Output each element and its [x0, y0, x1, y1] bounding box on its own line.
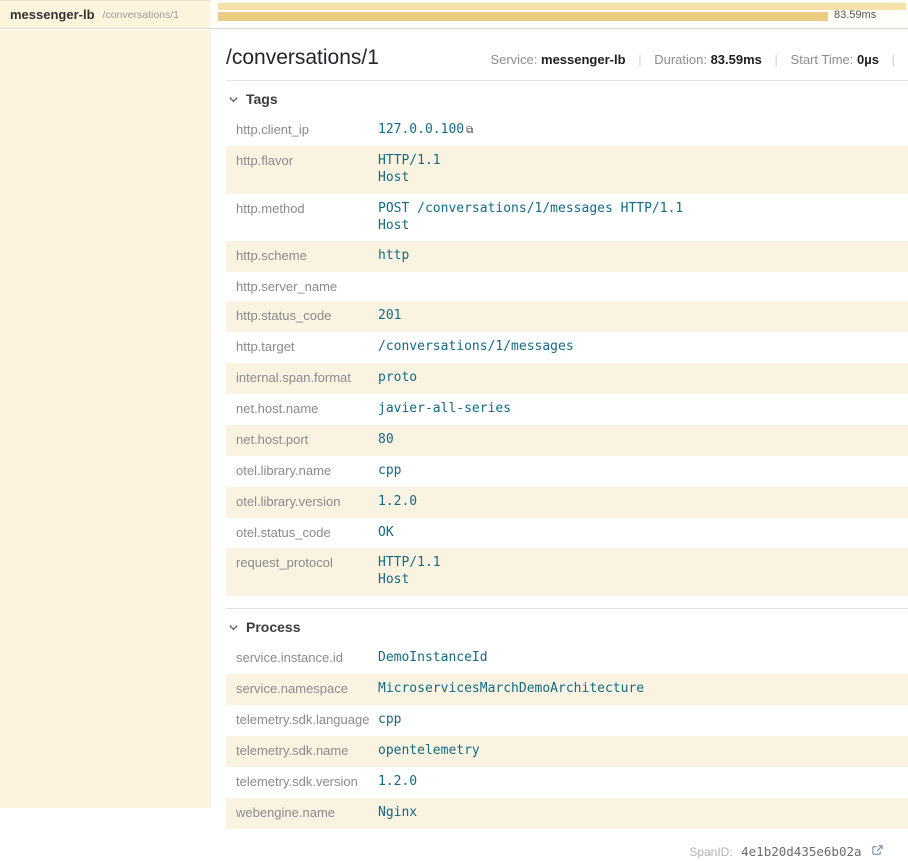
process-section-toggle[interactable]: Process: [226, 609, 908, 643]
chevron-down-icon: [228, 94, 239, 105]
process-key: service.namespace: [236, 681, 378, 698]
span-list-panel: [0, 30, 210, 808]
detail-footer: SpanID: 4e1b20d435e6b02a: [226, 829, 908, 861]
table-row: telemetry.sdk.name opentelemetry: [226, 736, 908, 767]
tag-key: http.scheme: [236, 248, 378, 265]
span-duration-bar: [218, 12, 828, 21]
tag-value: POST /conversations/1/messages HTTP/1.1 …: [378, 201, 683, 235]
table-row: webengine.name Nginx: [226, 798, 908, 829]
meta-separator: |: [638, 52, 641, 67]
tags-section-toggle[interactable]: Tags: [226, 81, 908, 115]
start-time-value: 0µs: [857, 52, 879, 67]
tag-key: otel.library.name: [236, 463, 378, 480]
tag-value: HTTP/1.1 Host: [378, 153, 441, 187]
copy-icon[interactable]: ⧉: [466, 125, 473, 136]
tag-key: internal.span.format: [236, 370, 378, 387]
span-detail-panel: /conversations/1 Service: messenger-lb |…: [210, 30, 908, 808]
tag-value: proto: [378, 370, 417, 387]
table-row: telemetry.sdk.language cpp: [226, 705, 908, 736]
tag-value-text: 127.0.0.100: [378, 122, 464, 137]
tag-key: http.server_name: [236, 279, 378, 294]
process-value: MicroservicesMarchDemoArchitecture: [378, 681, 644, 698]
process-key: telemetry.sdk.version: [236, 774, 378, 791]
meta-separator: |: [775, 52, 778, 67]
tag-key: http.flavor: [236, 153, 378, 187]
span-row[interactable]: messenger-lb /conversations/1 83.59ms: [0, 0, 908, 29]
span-timeline[interactable]: 83.59ms: [210, 0, 908, 28]
process-value: 1.2.0: [378, 774, 417, 791]
span-id-label: SpanID:: [689, 845, 732, 859]
process-key: telemetry.sdk.language: [236, 712, 378, 729]
tag-value: /conversations/1/messages: [378, 339, 574, 356]
table-row: service.instance.id DemoInstanceId: [226, 643, 908, 674]
table-row: net.host.port 80: [226, 425, 908, 456]
chevron-down-icon: [228, 622, 239, 633]
table-row: otel.status_code OK: [226, 518, 908, 549]
table-row: http.client_ip 127.0.0.100⧉: [226, 115, 908, 146]
process-section-label: Process: [246, 619, 300, 635]
process-value: cpp: [378, 712, 401, 729]
timeline-minimap-bar: [218, 3, 906, 10]
table-row: net.host.name javier-all-series: [226, 394, 908, 425]
span-id-value: 4e1b20d435e6b02a: [741, 844, 861, 859]
table-row: http.status_code 201: [226, 301, 908, 332]
tag-value: cpp: [378, 463, 401, 480]
tag-key: http.target: [236, 339, 378, 356]
table-row: internal.span.format proto: [226, 363, 908, 394]
table-row: http.target /conversations/1/messages: [226, 332, 908, 363]
table-row: otel.library.version 1.2.0: [226, 487, 908, 518]
process-key: telemetry.sdk.name: [236, 743, 378, 760]
page-title: /conversations/1: [226, 46, 379, 70]
operation-name: /conversations/1: [103, 9, 179, 21]
duration-label: Duration:: [654, 52, 707, 67]
process-value: opentelemetry: [378, 743, 480, 760]
process-key: service.instance.id: [236, 650, 378, 667]
tag-key: otel.library.version: [236, 494, 378, 511]
start-time-label: Start Time:: [791, 52, 854, 67]
table-row: http.server_name: [226, 272, 908, 301]
deep-link-icon[interactable]: [871, 844, 884, 857]
table-row: http.scheme http: [226, 241, 908, 272]
tag-key: request_protocol: [236, 555, 378, 589]
table-row: telemetry.sdk.version 1.2.0: [226, 767, 908, 798]
tag-value: 127.0.0.100⧉: [378, 122, 473, 139]
tag-key: net.host.name: [236, 401, 378, 418]
tags-section-label: Tags: [246, 91, 278, 107]
duration-value: 83.59ms: [711, 52, 762, 67]
process-section: Process service.instance.id DemoInstance…: [226, 608, 908, 828]
process-key: webengine.name: [236, 805, 378, 822]
service-name: messenger-lb: [10, 7, 95, 22]
table-row: http.flavor HTTP/1.1 Host: [226, 146, 908, 194]
process-value: Nginx: [378, 805, 417, 822]
detail-meta: Service: messenger-lb | Duration: 83.59m…: [490, 52, 904, 67]
table-row: http.method POST /conversations/1/messag…: [226, 194, 908, 242]
tag-value: http: [378, 248, 409, 265]
table-row: request_protocol HTTP/1.1 Host: [226, 548, 908, 596]
tag-key: http.method: [236, 201, 378, 235]
service-label: Service:: [490, 52, 537, 67]
tag-key: otel.status_code: [236, 525, 378, 542]
table-row: service.namespace MicroservicesMarchDemo…: [226, 674, 908, 705]
service-value: messenger-lb: [541, 52, 626, 67]
tag-value: 80: [378, 432, 394, 449]
table-row: otel.library.name cpp: [226, 456, 908, 487]
tag-key: http.client_ip: [236, 122, 378, 139]
process-value: DemoInstanceId: [378, 650, 488, 667]
tag-key: http.status_code: [236, 308, 378, 325]
meta-separator: |: [892, 52, 895, 67]
tag-value: 201: [378, 308, 401, 325]
span-name-column[interactable]: messenger-lb /conversations/1: [0, 0, 210, 28]
tag-value: javier-all-series: [378, 401, 511, 418]
span-duration-label: 83.59ms: [834, 9, 876, 21]
tag-value: 1.2.0: [378, 494, 417, 511]
tags-table: http.client_ip 127.0.0.100⧉ http.flavor …: [226, 115, 908, 596]
process-table: service.instance.id DemoInstanceId servi…: [226, 643, 908, 828]
tag-value: OK: [378, 525, 394, 542]
tag-key: net.host.port: [236, 432, 378, 449]
tag-value: HTTP/1.1 Host: [378, 555, 441, 589]
detail-header: /conversations/1 Service: messenger-lb |…: [226, 30, 908, 81]
